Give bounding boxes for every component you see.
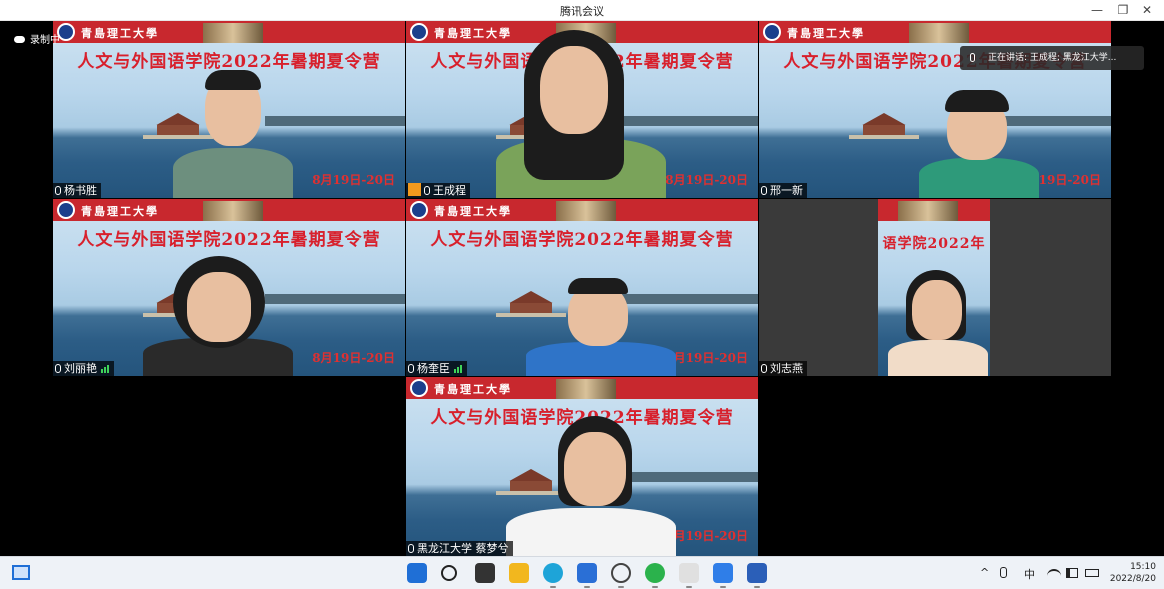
mic-icon (408, 364, 414, 373)
windows-taskbar: ^ 中 15:10 2022/8/20 (0, 556, 1164, 589)
building-photo (909, 23, 969, 43)
window-title: 腾讯会议 (560, 5, 604, 18)
wifi-icon[interactable] (1047, 569, 1061, 579)
university-banner: 青島理工大學 (406, 377, 758, 399)
running-indicator (550, 586, 556, 588)
camp-date: 8月19日-20日 (312, 351, 395, 365)
running-indicator (720, 586, 726, 588)
video-tile-liu-liyan[interactable]: 青島理工大學 人文与外国语学院2022年暑期夏令营 8月19日-20日 刘丽艳 (53, 199, 405, 376)
mic-icon[interactable] (1000, 567, 1007, 578)
mic-icon (970, 53, 975, 62)
participant-name-label: 王成程 (406, 183, 470, 198)
university-banner: 青島理工大學 (759, 21, 1111, 43)
tencent-meeting-icon[interactable] (713, 563, 733, 583)
participant-video (173, 68, 293, 198)
participant-name-label: 杨书胜 (53, 183, 101, 198)
signal-strength-icon (454, 362, 463, 376)
university-logo-icon (410, 23, 428, 41)
wechat-icon[interactable] (645, 563, 665, 583)
participant-video (506, 416, 676, 556)
camp-date: 8月19日-20日 (665, 529, 748, 543)
building-photo (556, 201, 616, 221)
battery-icon[interactable] (1085, 569, 1099, 577)
video-tile-liu-zhiyan[interactable]: 语学院2022年 刘志燕 (759, 199, 1111, 376)
video-tile-yang-kuichen[interactable]: 青島理工大學 人文与外国语学院2022年暑期夏令营 8月19日-20日 杨奎臣 (406, 199, 758, 376)
video-tile-cai-mengxi[interactable]: 青島理工大學 人文与外国语学院2022年暑期夏令营 8月19日-20日 黑龙江大… (406, 377, 758, 556)
running-indicator (754, 586, 760, 588)
participant-name-label: 刘志燕 (759, 361, 807, 376)
active-speaker-bar[interactable]: 正在讲话: 王成程; 黑龙江大学... (960, 46, 1144, 70)
portrait-video-feed: 语学院2022年 (878, 199, 990, 376)
word-icon[interactable] (747, 563, 767, 583)
participant-video (143, 256, 293, 376)
participant-video (486, 28, 666, 198)
cloud-icon (14, 36, 25, 43)
building-photo (556, 379, 616, 399)
running-indicator (652, 586, 658, 588)
system-clock[interactable]: 15:10 2022/8/20 (1110, 561, 1156, 585)
ime-indicator[interactable]: 中 (1024, 566, 1035, 582)
camp-date: 8月19日-20日 (312, 173, 395, 187)
mic-icon (761, 186, 767, 195)
mic-icon (761, 364, 767, 373)
clock-time: 15:10 (1130, 562, 1156, 572)
university-name: 青島理工大學 (787, 27, 865, 40)
camp-date: 8月19日-20日 (665, 173, 748, 187)
camp-heading-cropped: 语学院2022年 (882, 236, 986, 252)
dell-icon[interactable] (611, 563, 631, 583)
university-banner: 青島理工大學 (406, 199, 758, 221)
camp-heading: 人文与外国语学院2022年暑期夏令营 (430, 230, 734, 250)
edge-icon[interactable] (543, 563, 563, 583)
camp-date: 8月19日-20日 (665, 351, 748, 365)
host-icon (408, 183, 421, 196)
mic-icon (55, 364, 61, 373)
file-explorer-icon[interactable] (509, 563, 529, 583)
restore-button[interactable]: ❐ (1112, 1, 1134, 19)
running-indicator (618, 586, 624, 588)
widgets-icon[interactable] (12, 565, 30, 580)
participant-video (526, 276, 676, 376)
participant-name-label: 邢一新 (759, 183, 807, 198)
signal-strength-icon (101, 362, 110, 376)
participant-name-label: 刘丽艳 (53, 361, 114, 376)
university-logo-icon (410, 201, 428, 219)
close-button[interactable]: ✕ (1136, 1, 1158, 19)
video-tile-wang-chengcheng[interactable]: 青島理工大學 人文与外国语学院2022年暑期夏令营 8月19日-20日 王成程 (406, 21, 758, 198)
title-bar: 腾讯会议 — ❐ ✕ (0, 0, 1164, 21)
university-name: 青島理工大學 (434, 205, 512, 218)
recording-indicator[interactable]: 录制中 (14, 31, 60, 46)
building-photo (203, 201, 263, 221)
search-icon[interactable] (441, 565, 457, 581)
university-logo-icon (57, 201, 75, 219)
university-banner: 青島理工大學 (53, 199, 405, 221)
volume-icon[interactable] (1066, 568, 1078, 578)
clock-date: 2022/8/20 (1109, 574, 1156, 584)
university-banner: 青島理工大學 (53, 21, 405, 43)
video-tile-yang-shusheng[interactable]: 青島理工大學 人文与外国语学院2022年暑期夏令营 8月19日-20日 杨书胜 (53, 21, 405, 198)
running-indicator (686, 586, 692, 588)
mic-icon (55, 186, 61, 195)
video-grid: 青島理工大學 人文与外国语学院2022年暑期夏令营 8月19日-20日 杨书胜 … (0, 21, 1164, 556)
pier-pavilion (849, 113, 919, 141)
university-name: 青島理工大學 (81, 27, 159, 40)
building-photo (203, 23, 263, 43)
running-indicator (584, 586, 590, 588)
tray-overflow-chevron[interactable]: ^ (980, 566, 989, 579)
participant-name-label: 杨奎臣 (406, 361, 467, 376)
university-logo-icon (763, 23, 781, 41)
task-view-icon[interactable] (475, 563, 495, 583)
mic-icon (424, 186, 430, 195)
minimize-button[interactable]: — (1086, 1, 1108, 19)
participant-video (919, 88, 1039, 198)
university-name: 青島理工大學 (434, 383, 512, 396)
store-icon[interactable] (577, 563, 597, 583)
mic-icon (408, 544, 414, 553)
participant-name-label: 黑龙江大学 蔡梦兮 (406, 541, 513, 556)
camp-heading: 人文与外国语学院2022年暑期夏令营 (77, 230, 381, 250)
university-logo-icon (410, 379, 428, 397)
university-name: 青島理工大學 (81, 205, 159, 218)
start-icon[interactable] (407, 563, 427, 583)
qq-icon[interactable] (679, 563, 699, 583)
